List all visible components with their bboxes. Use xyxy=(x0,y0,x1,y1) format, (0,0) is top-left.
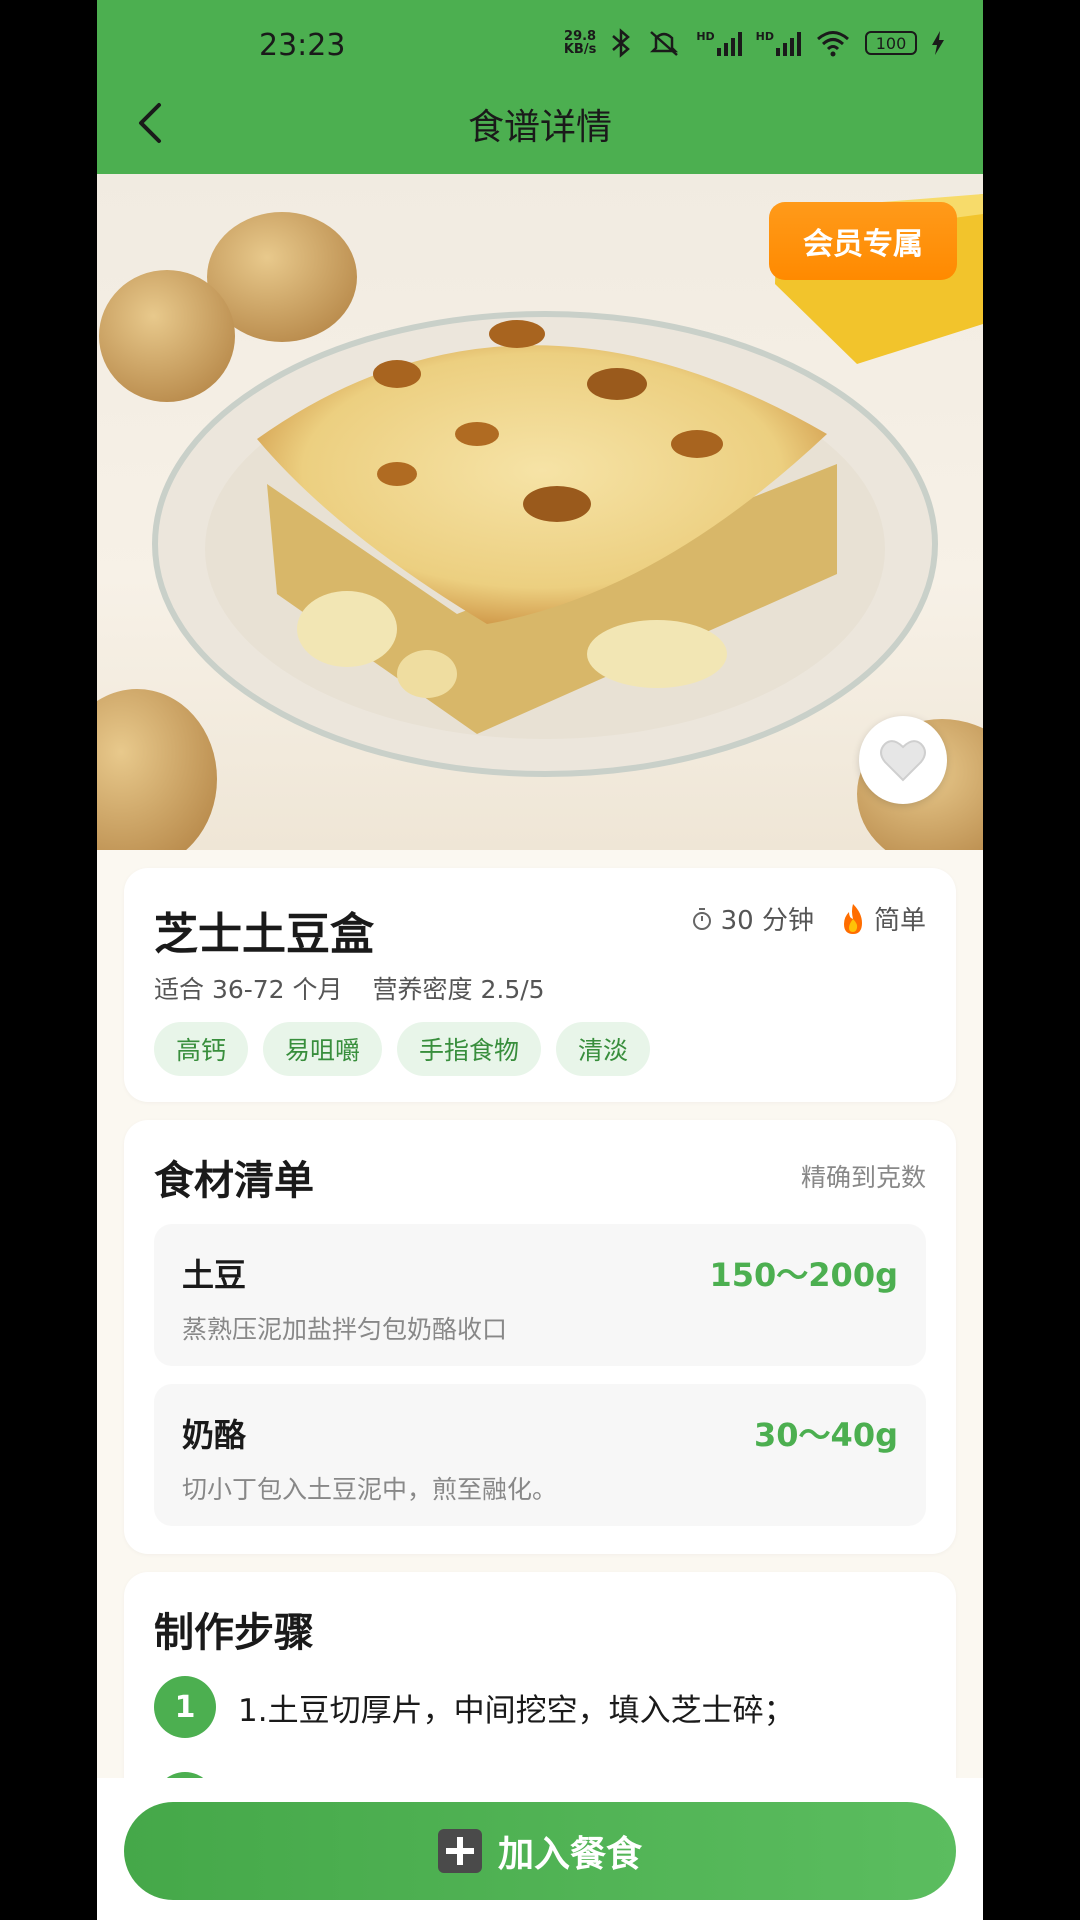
recipe-sub-meta: 适合 36-72 个月 营养密度 2.5/5 xyxy=(154,970,545,1006)
nutrition-density: 营养密度 2.5/5 xyxy=(372,975,545,1004)
ingredient-name: 奶酪 xyxy=(182,1416,247,1454)
ingredient-amount: 30～40g xyxy=(754,1416,898,1454)
bluetooth-icon xyxy=(612,28,631,58)
status-time: 23:23 xyxy=(259,28,346,63)
battery-indicator: 100 xyxy=(865,31,917,55)
ingredient-item: 奶酪 30～40g 切小丁包入土豆泥中，煎至融化。 xyxy=(154,1384,926,1526)
cook-time-label: 30 分钟 xyxy=(720,906,814,936)
difficulty: 简单 xyxy=(840,900,926,937)
app-bar: 23:23 29.8 KB/s HD HD 100 食谱详情 xyxy=(97,0,983,174)
charging-icon xyxy=(932,31,944,55)
ingredients-title: 食材清单 xyxy=(154,1158,314,1204)
step-item: 1 1.土豆切厚片，中间挖空，填入芝士碎； xyxy=(154,1676,795,1738)
ingredients-card: 食材清单 精确到克数 土豆 150～200g 蒸熟压泥加盐拌匀包奶酪收口 奶酪 … xyxy=(124,1120,956,1554)
recipe-meta: 30 分钟 简单 xyxy=(691,900,926,937)
plus-icon xyxy=(437,1829,482,1873)
tag: 易咀嚼 xyxy=(263,1022,383,1076)
vip-exclusive-badge: 会员专属 xyxy=(769,202,957,280)
net-speed: 29.8 KB/s xyxy=(563,29,597,57)
recipe-info-card: 芝士土豆盒 30 分钟 简单 适合 36-72 个月 营养密度 2.5/5 高钙… xyxy=(124,868,956,1102)
favorite-button[interactable] xyxy=(859,716,947,804)
recipe-hero-image: 会员专属 xyxy=(97,174,983,850)
status-icons: 29.8 KB/s HD HD 100 xyxy=(564,28,945,58)
age-range: 适合 36-72 个月 xyxy=(154,975,343,1004)
bottom-bar: 加入餐食 xyxy=(97,1778,983,1920)
heart-icon xyxy=(880,740,926,782)
step-number: 1 xyxy=(154,1676,216,1738)
page-title: 食谱详情 xyxy=(467,107,612,148)
signal-1: HD xyxy=(696,30,742,56)
steps-title: 制作步骤 xyxy=(154,1610,314,1656)
ingredient-name: 土豆 xyxy=(182,1256,247,1294)
mute-icon xyxy=(650,31,679,56)
cook-time: 30 分钟 xyxy=(691,900,814,937)
ingredient-amount: 150～200g xyxy=(709,1256,898,1294)
add-to-meal-button[interactable]: 加入餐食 xyxy=(124,1802,956,1900)
signal-2: HD xyxy=(756,30,801,56)
fire-icon xyxy=(843,903,862,934)
recipe-name: 芝士土豆盒 xyxy=(154,909,374,960)
ingredient-desc: 蒸熟压泥加盐拌匀包奶酪收口 xyxy=(182,1315,508,1344)
add-to-meal-label: 加入餐食 xyxy=(497,1834,642,1875)
phone-screen: 23:23 29.8 KB/s HD HD 100 食谱详情 会员专属 芝士土豆… xyxy=(97,0,983,1920)
difficulty-label: 简单 xyxy=(873,906,926,936)
ingredients-note: 精确到克数 xyxy=(800,1163,926,1192)
recipe-tags: 高钙 易咀嚼 手指食物 清淡 xyxy=(154,1022,651,1076)
tag: 高钙 xyxy=(154,1022,249,1076)
stopwatch-icon xyxy=(692,907,711,930)
ingredient-item: 土豆 150～200g 蒸熟压泥加盐拌匀包奶酪收口 xyxy=(154,1224,926,1366)
wifi-icon xyxy=(817,31,849,57)
tag: 手指食物 xyxy=(397,1022,542,1076)
tag: 清淡 xyxy=(556,1022,651,1076)
ingredient-desc: 切小丁包入土豆泥中，煎至融化。 xyxy=(182,1475,558,1504)
step-text: 1.土豆切厚片，中间挖空，填入芝士碎； xyxy=(238,1692,795,1729)
